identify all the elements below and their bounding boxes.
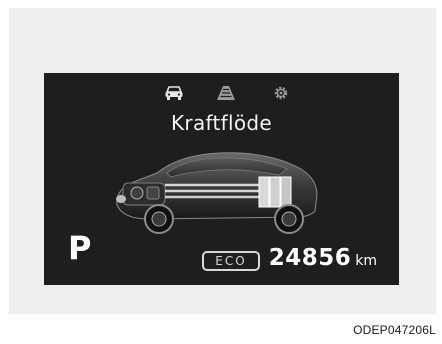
cluster-display: Kraftflöde P ECO 24856 km [44,73,399,285]
road-icon[interactable] [216,85,236,101]
car-icon[interactable] [164,85,184,101]
odometer-unit: km [355,253,377,269]
figure-code: ODEP047206L [353,323,436,337]
car-power-flow-icon [116,152,318,234]
odometer-value: 24856 [268,245,352,271]
screen-title: Kraftflöde [171,111,272,135]
settings-gear-icon[interactable] [273,85,289,101]
gear-indicator: P [68,229,92,267]
display-tabs [44,73,399,105]
odometer: 24856 km [269,245,377,271]
drive-mode-badge: ECO [202,251,260,271]
